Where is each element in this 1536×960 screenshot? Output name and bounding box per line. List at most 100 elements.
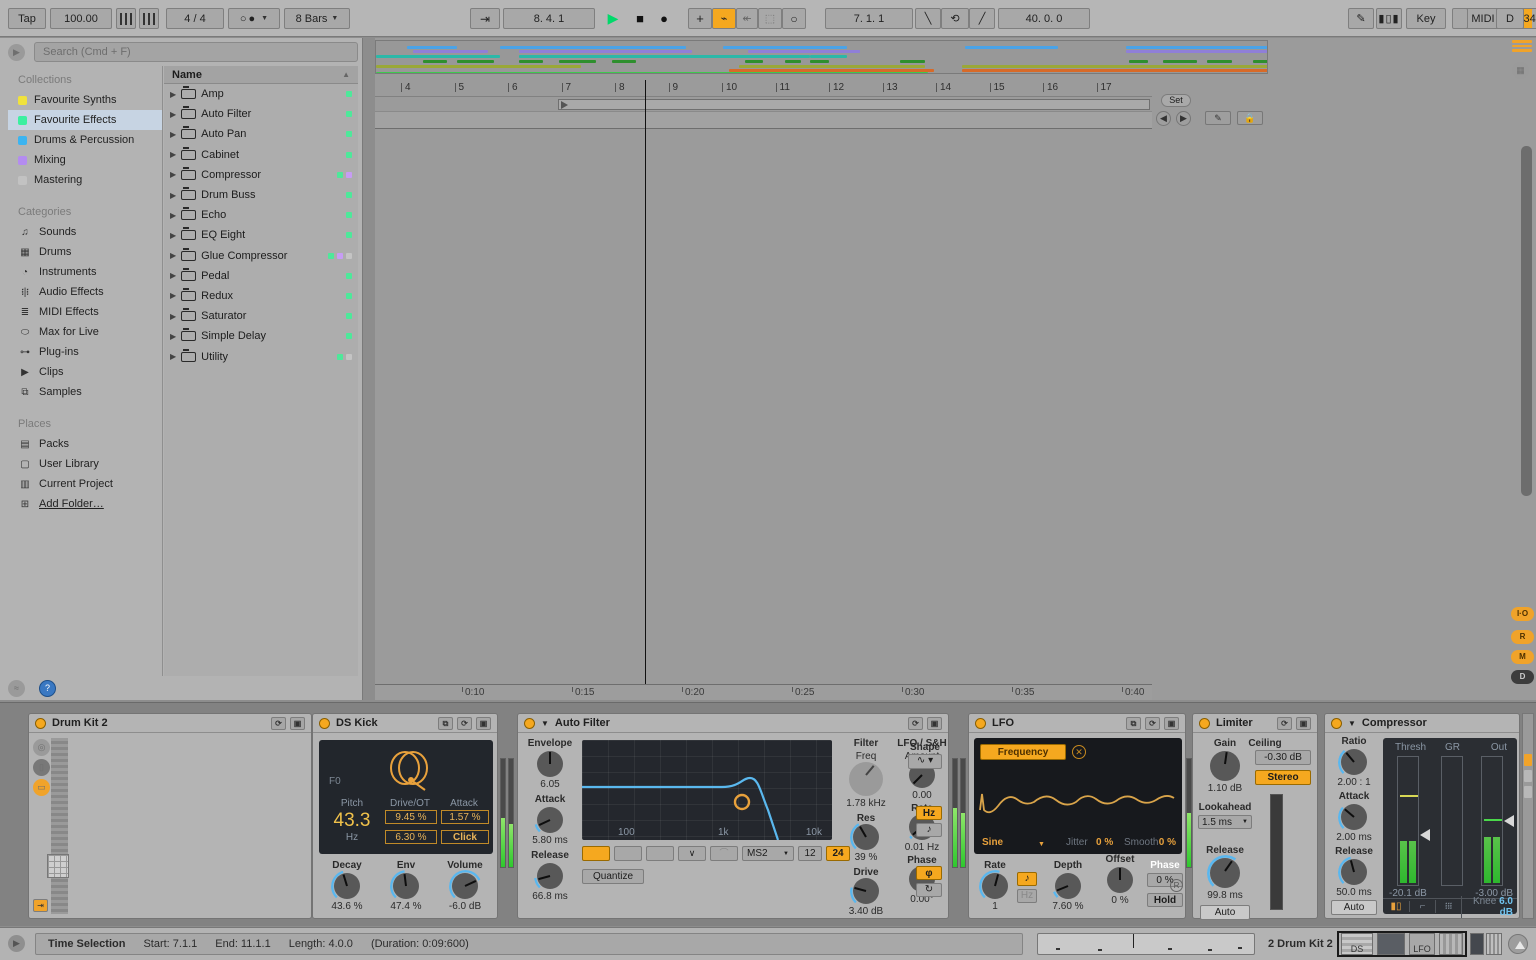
- place-item[interactable]: ▤Packs: [8, 434, 162, 454]
- returns-section-toggle[interactable]: R: [1511, 630, 1534, 644]
- ratio-knob[interactable]: [1341, 749, 1367, 775]
- release-knob[interactable]: [1210, 858, 1240, 888]
- set-marker-button[interactable]: Set: [1161, 94, 1191, 107]
- attack-value[interactable]: 5.80 ms: [524, 835, 576, 846]
- rate-sync-button[interactable]: ♪: [1017, 872, 1037, 886]
- envelope-amount-knob[interactable]: [537, 751, 563, 777]
- save-preset-icon[interactable]: ▣: [1296, 717, 1311, 730]
- save-preset-icon[interactable]: ▣: [290, 717, 305, 730]
- category-item[interactable]: ≣MIDI Effects: [8, 302, 162, 322]
- sort-arrow-icon[interactable]: ▲: [342, 70, 350, 79]
- browser-device-item[interactable]: ▶Drum Buss: [164, 185, 358, 205]
- rack-io-icon[interactable]: ◎: [33, 739, 50, 756]
- env-knob[interactable]: [393, 873, 419, 899]
- quantize-button[interactable]: Quantize: [582, 869, 644, 884]
- arrangement-options-menu-icon[interactable]: [1512, 40, 1532, 54]
- loop-button[interactable]: ⟲: [941, 8, 969, 29]
- loop-strip[interactable]: [375, 97, 1152, 112]
- record-button[interactable]: ●: [652, 8, 676, 29]
- device-thumbnail[interactable]: [1470, 933, 1484, 955]
- rack-pad-view-icon[interactable]: ▭: [33, 779, 50, 796]
- expand-arrow-icon[interactable]: ▶: [170, 352, 176, 361]
- pad-overview-grid[interactable]: [47, 854, 69, 878]
- unmap-icon[interactable]: ✕: [1072, 745, 1086, 759]
- lock-icon[interactable]: 🔒: [1237, 111, 1263, 125]
- key-map-button[interactable]: Key: [1406, 8, 1446, 29]
- device-scroll-strip[interactable]: [1522, 713, 1534, 919]
- browser-device-item[interactable]: ▶Auto Pan: [164, 124, 358, 144]
- thresh-handle[interactable]: [1420, 829, 1430, 841]
- amount-value[interactable]: 0.00: [896, 790, 948, 801]
- device-thumbnail-ds[interactable]: DS: [1341, 933, 1373, 955]
- wave-chooser[interactable]: Sine: [982, 837, 1003, 848]
- browser-device-item[interactable]: ▶Saturator: [164, 306, 358, 326]
- device-on-led[interactable]: [524, 718, 535, 729]
- smooth-value[interactable]: 0 %: [1159, 837, 1176, 848]
- device-on-led[interactable]: [1331, 718, 1342, 729]
- place-item[interactable]: ⊞Add Folder…: [8, 494, 162, 514]
- device-on-led[interactable]: [319, 718, 330, 729]
- loop-brace[interactable]: [558, 99, 1150, 110]
- collection-item[interactable]: Favourite Synths: [8, 90, 162, 110]
- browser-device-item[interactable]: ▶Utility: [164, 346, 358, 366]
- loop-length-field[interactable]: 40. 0. 0: [998, 8, 1090, 29]
- slope-12-button[interactable]: 12: [798, 846, 822, 861]
- arrangement-position-field[interactable]: 8. 4. 1: [503, 8, 595, 29]
- device-title[interactable]: DS Kick: [336, 717, 378, 729]
- attack-value[interactable]: 2.00 ms: [1329, 832, 1379, 843]
- expand-arrow-icon[interactable]: ▶: [170, 191, 176, 200]
- device-thumbnail[interactable]: [1486, 933, 1502, 955]
- browser-collapse-icon[interactable]: ▶: [8, 44, 25, 61]
- expand-arrow-icon[interactable]: ▶: [170, 150, 176, 159]
- lowpass-button[interactable]: [582, 846, 610, 861]
- quantize-chooser[interactable]: 8 Bars▼: [284, 8, 350, 29]
- device-thumbnail-lfo[interactable]: LFO: [1409, 933, 1435, 955]
- decay-knob[interactable]: [334, 873, 360, 899]
- save-preset-icon[interactable]: ▣: [476, 717, 491, 730]
- browser-device-item[interactable]: ▶Pedal: [164, 266, 358, 286]
- collection-item[interactable]: Mixing: [8, 150, 162, 170]
- circuit-chooser[interactable]: MS2▼: [742, 846, 794, 861]
- hot-swap-icon[interactable]: ⟳: [908, 717, 923, 730]
- device-fold-icon[interactable]: ▼: [541, 719, 549, 728]
- morph-button[interactable]: ⌒: [710, 846, 738, 861]
- volume-knob[interactable]: [452, 873, 478, 899]
- punch-in-icon[interactable]: ╲: [915, 8, 941, 29]
- collection-item[interactable]: Mastering: [8, 170, 162, 190]
- thresh-meter[interactable]: [1397, 756, 1419, 886]
- browser-device-item[interactable]: ▶Simple Delay: [164, 326, 358, 346]
- re-enable-automation-button[interactable]: ↞: [736, 8, 758, 29]
- device-title[interactable]: Compressor: [1362, 717, 1427, 729]
- offset-value[interactable]: 0 %: [1097, 895, 1143, 906]
- capture-midi-button[interactable]: ⬚: [758, 8, 782, 29]
- browser-device-item[interactable]: ▶EQ Eight: [164, 225, 358, 245]
- device-on-led[interactable]: [1199, 718, 1210, 729]
- hot-swap-icon[interactable]: ⟳: [271, 717, 286, 730]
- time-signature-field[interactable]: 4 / 4: [166, 8, 224, 29]
- click-toggle[interactable]: Click: [441, 830, 489, 844]
- category-item[interactable]: ⧉Samples: [8, 382, 162, 402]
- pencil-icon[interactable]: ✎: [1205, 111, 1231, 125]
- automation-arm-button[interactable]: ⌁: [712, 8, 736, 29]
- transfer-curve-icon[interactable]: ⌐: [1409, 901, 1435, 912]
- search-input[interactable]: Search (Cmd + F): [34, 42, 358, 62]
- r-button[interactable]: R: [1170, 879, 1183, 892]
- release-value[interactable]: 99.8 ms: [1197, 890, 1253, 901]
- strip-button[interactable]: [1524, 770, 1532, 782]
- res-knob[interactable]: [853, 824, 879, 850]
- gain-knob[interactable]: [1210, 751, 1240, 781]
- depth-value[interactable]: 7.60 %: [1045, 901, 1091, 912]
- browser-device-item[interactable]: ▶Amp: [164, 84, 358, 104]
- tap-tempo-button[interactable]: Tap: [8, 8, 46, 29]
- collection-item[interactable]: Drums & Percussion: [8, 130, 162, 150]
- attack-knob[interactable]: [537, 807, 563, 833]
- draw-mode-button[interactable]: ✎: [1348, 8, 1374, 29]
- disk-overload-indicator[interactable]: D: [1496, 8, 1524, 29]
- rate-value[interactable]: 1: [975, 901, 1015, 912]
- hot-swap-icon[interactable]: ⟳: [1145, 717, 1160, 730]
- save-preset-icon[interactable]: ▣: [1164, 717, 1179, 730]
- notch-button[interactable]: ∨: [678, 846, 706, 861]
- activity-view-icon[interactable]: ᎒᎒᎒: [1435, 900, 1461, 913]
- depth-knob[interactable]: [1055, 873, 1081, 899]
- hot-swap-icon[interactable]: ⟳: [457, 717, 472, 730]
